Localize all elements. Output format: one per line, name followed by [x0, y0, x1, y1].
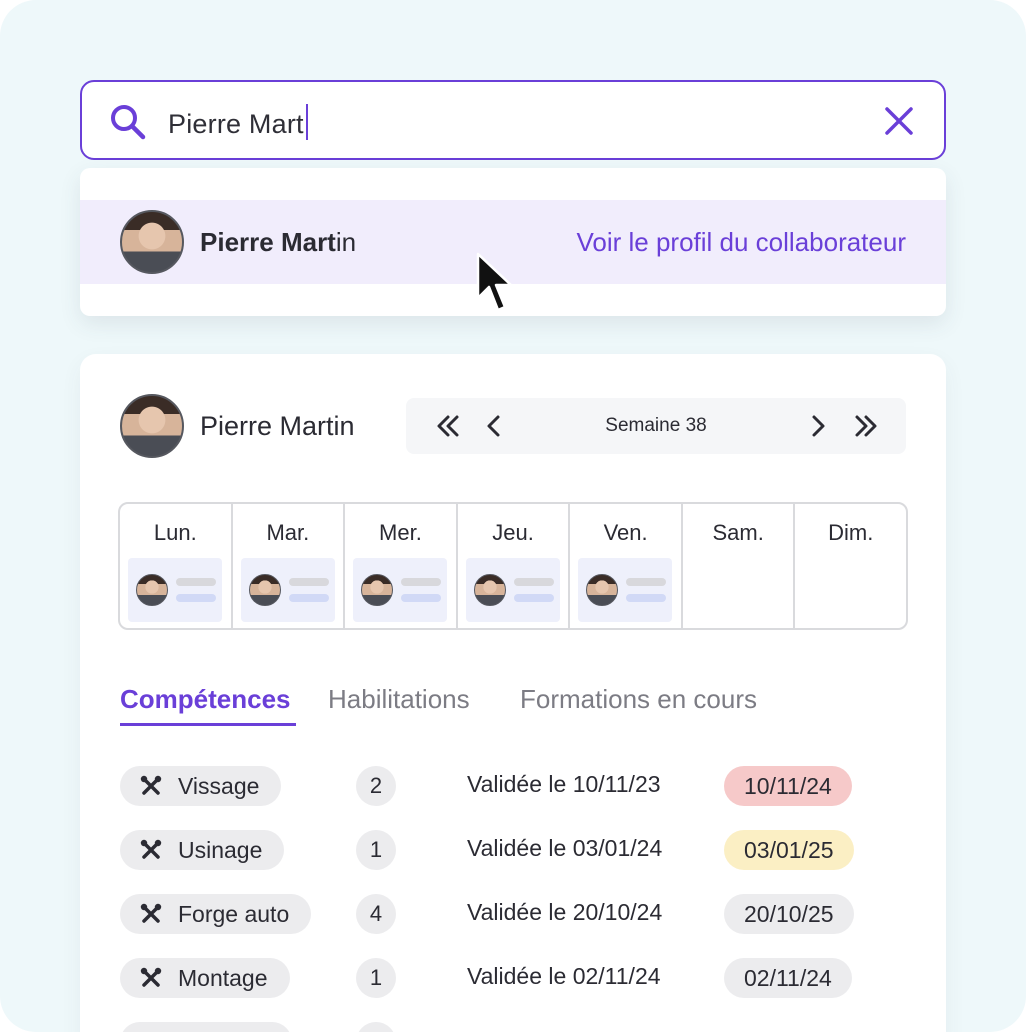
- tools-icon: [140, 839, 162, 859]
- skill-level-badge: 1: [356, 830, 396, 870]
- chevron-right-icon[interactable]: [804, 412, 832, 440]
- day-column: Sam.: [683, 504, 796, 628]
- day-column: Jeu.: [458, 504, 571, 628]
- placeholder-line: [176, 594, 216, 602]
- day-label: Ven.: [603, 520, 648, 545]
- placeholder-line: [288, 578, 329, 586]
- validation-date: Validée le 02/11/24: [467, 963, 661, 989]
- placeholder-line: [626, 594, 667, 602]
- mouse-pointer-icon: [476, 252, 513, 312]
- result-name: Pierre Martin: [200, 227, 356, 258]
- tab-competences[interactable]: Compétences: [120, 684, 291, 715]
- day-label: Mar.: [266, 520, 310, 545]
- day-column: Lun.: [120, 504, 233, 628]
- validation-date: Validée le 20/10/24: [467, 899, 663, 925]
- placeholder-line: [401, 594, 442, 602]
- placeholder-line: [626, 578, 667, 586]
- avatar: [361, 574, 394, 606]
- expiry-badge: 03/01/25: [724, 830, 854, 870]
- search-icon: [111, 105, 146, 140]
- skill-row[interactable]: Usinage 1 Validée le 03/01/24 03/01/25: [120, 830, 920, 870]
- search-input[interactable]: Pierre Mart: [168, 104, 308, 140]
- skill-row-partial: [120, 1022, 920, 1032]
- day-column: Dim.: [795, 504, 906, 628]
- day-column: Mar.: [233, 504, 346, 628]
- avatar: [120, 210, 184, 274]
- day-label: Mer.: [379, 520, 422, 545]
- shift-block[interactable]: [465, 558, 560, 622]
- day-column: Mer.: [345, 504, 458, 628]
- shift-block[interactable]: [240, 558, 335, 622]
- day-column: Ven.: [570, 504, 683, 628]
- search-input-value: Pierre Mart: [168, 109, 304, 139]
- avatar: [120, 394, 184, 458]
- day-label: Jeu.: [492, 520, 534, 545]
- day-label: Sam.: [712, 520, 764, 545]
- result-name-rest: in: [335, 227, 357, 257]
- skill-row[interactable]: Vissage 2 Validée le 10/11/23 10/11/24: [120, 766, 920, 806]
- skill-name: Montage: [178, 964, 268, 991]
- tools-icon: [140, 967, 162, 987]
- tab-habilitations[interactable]: Habilitations: [328, 684, 470, 715]
- tools-icon: [140, 775, 162, 795]
- skill-name: Vissage: [178, 772, 260, 799]
- skill-row[interactable]: Forge auto 4 Validée le 20/10/24 20/10/2…: [120, 894, 920, 934]
- search-bar[interactable]: Pierre Mart: [80, 80, 946, 160]
- expiry-badge: 10/11/24: [724, 766, 852, 806]
- placeholder-line: [513, 578, 554, 586]
- validation-date: Validée le 10/11/23: [467, 771, 661, 797]
- double-chevron-right-icon[interactable]: [852, 412, 880, 440]
- week-calendar: Lun. Mar. Mer. Jeu. Ven. Sam. Dim.: [118, 502, 908, 630]
- skill-level-badge: [356, 1022, 396, 1032]
- day-label: Dim.: [828, 520, 874, 545]
- expiry-badge: 02/11/24: [724, 958, 852, 998]
- skill-name: Forge auto: [178, 900, 290, 927]
- skill-chip: [120, 1022, 292, 1032]
- skill-level-badge: 4: [356, 894, 396, 934]
- avatar: [586, 574, 619, 606]
- skill-level-badge: 2: [356, 766, 396, 806]
- shift-block[interactable]: [128, 558, 222, 622]
- shift-block[interactable]: [578, 558, 673, 622]
- employee-name: Pierre Martin: [200, 411, 355, 441]
- placeholder-line: [401, 578, 442, 586]
- tools-icon: [140, 903, 162, 923]
- skill-level-badge: 1: [356, 958, 396, 998]
- skill-chip: Forge auto: [120, 894, 312, 934]
- placeholder-line: [288, 594, 329, 602]
- validation-date: Validée le 03/01/24: [467, 835, 663, 861]
- skill-chip: Vissage: [120, 766, 282, 806]
- skill-chip: Usinage: [120, 830, 285, 870]
- skill-row[interactable]: Montage 1 Validée le 02/11/24 02/11/24: [120, 958, 920, 998]
- avatar: [248, 574, 281, 606]
- placeholder-line: [513, 594, 554, 602]
- shift-block[interactable]: [353, 558, 448, 622]
- result-name-match: Pierre Mart: [200, 227, 336, 257]
- tab-formations[interactable]: Formations en cours: [520, 684, 757, 715]
- background-panel: Pierre Mart Pierre Martin Voir le profil…: [0, 0, 1026, 1032]
- day-label: Lun.: [153, 520, 197, 545]
- expiry-badge: 20/10/25: [724, 894, 854, 934]
- avatar: [473, 574, 506, 606]
- skill-chip: Montage: [120, 958, 290, 998]
- employee-profile-card: Pierre Martin Semaine 38 Lun. Mar. Mer. …: [80, 354, 946, 1032]
- active-tab-indicator: [120, 723, 296, 726]
- view-profile-link[interactable]: Voir le profil du collaborateur: [576, 227, 906, 258]
- close-icon[interactable]: [882, 104, 916, 138]
- text-caret: [305, 104, 308, 140]
- week-navigator: Semaine 38: [406, 398, 906, 454]
- placeholder-line: [176, 578, 216, 586]
- avatar: [136, 574, 168, 606]
- skill-name: Usinage: [178, 836, 263, 863]
